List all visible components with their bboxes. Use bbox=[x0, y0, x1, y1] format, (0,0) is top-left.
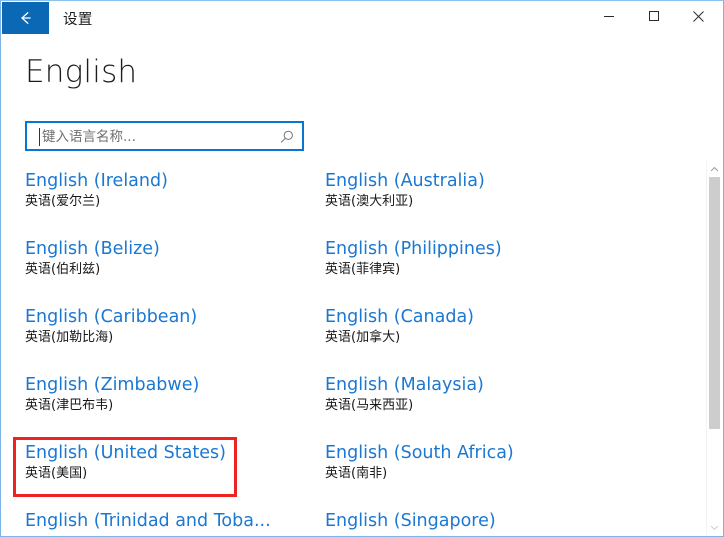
maximize-icon bbox=[648, 11, 659, 21]
scroll-up-button[interactable] bbox=[707, 161, 722, 177]
language-name-en: English (Malaysia) bbox=[325, 375, 484, 395]
list-item[interactable]: English (Australia) 英语(澳大利亚) bbox=[325, 161, 625, 229]
list-item[interactable]: English (Caribbean) 英语(加勒比海) bbox=[25, 297, 325, 365]
app-title: 设置 bbox=[63, 12, 93, 28]
language-list: English (Ireland) 英语(爱尔兰) English (Beliz… bbox=[2, 161, 722, 535]
settings-window: 设置 English 键入语言名称... English (Ireland) 英… bbox=[0, 0, 724, 537]
language-name-zh: 英语(加勒比海) bbox=[25, 330, 114, 345]
back-arrow-icon bbox=[20, 11, 31, 25]
list-item[interactable]: English (Malaysia) 英语(马来西亚) bbox=[325, 365, 625, 433]
language-name-en: English (Belize) bbox=[25, 239, 160, 259]
list-item[interactable]: English (Trinidad and Toba... bbox=[25, 501, 325, 535]
language-list-left-column: English (Ireland) 英语(爱尔兰) English (Beliz… bbox=[25, 161, 325, 535]
language-name-zh: 英语(菲律宾) bbox=[325, 262, 401, 277]
list-item[interactable]: English (Belize) 英语(伯利兹) bbox=[25, 229, 325, 297]
scrollbar-track[interactable] bbox=[707, 177, 722, 519]
search-input[interactable] bbox=[40, 123, 274, 151]
search-box[interactable] bbox=[25, 121, 304, 151]
list-item[interactable]: English (Ireland) 英语(爱尔兰) bbox=[25, 161, 325, 229]
list-item[interactable]: English (South Africa) 英语(南非) bbox=[325, 433, 625, 501]
language-name-zh: 英语(津巴布韦) bbox=[25, 398, 114, 413]
language-name-en: English (Trinidad and Toba... bbox=[25, 511, 271, 531]
language-name-zh: 英语(马来西亚) bbox=[325, 398, 414, 413]
language-name-zh: 英语(美国) bbox=[25, 466, 88, 481]
list-item[interactable]: English (Zimbabwe) 英语(津巴布韦) bbox=[25, 365, 325, 433]
scroll-down-button[interactable] bbox=[707, 519, 722, 535]
language-name-en: English (Caribbean) bbox=[25, 307, 198, 327]
language-name-en: English (Canada) bbox=[325, 307, 474, 327]
language-name-en: English (Australia) bbox=[325, 171, 485, 191]
list-item[interactable]: English (Philippines) 英语(菲律宾) bbox=[325, 229, 625, 297]
maximize-button[interactable] bbox=[631, 1, 676, 31]
close-button[interactable] bbox=[676, 1, 721, 31]
language-name-zh: 英语(加拿大) bbox=[325, 330, 401, 345]
language-name-zh: 英语(澳大利亚) bbox=[325, 194, 414, 209]
vertical-scrollbar[interactable] bbox=[706, 161, 722, 535]
language-list-columns: English (Ireland) 英语(爱尔兰) English (Beliz… bbox=[2, 161, 708, 535]
title-bar: 设置 bbox=[1, 1, 723, 35]
minimize-icon bbox=[603, 16, 614, 17]
scrollbar-thumb[interactable] bbox=[709, 177, 720, 429]
language-name-en: English (Singapore) bbox=[325, 511, 496, 531]
list-item[interactable]: English (Canada) 英语(加拿大) bbox=[325, 297, 625, 365]
language-name-en: English (United States) bbox=[25, 443, 226, 463]
language-name-zh: 英语(南非) bbox=[325, 466, 388, 481]
language-name-en: English (Zimbabwe) bbox=[25, 375, 200, 395]
page-title: English bbox=[25, 54, 138, 90]
close-icon bbox=[693, 10, 704, 22]
list-item-selected[interactable]: English (United States) 英语(美国) bbox=[25, 433, 325, 501]
list-item[interactable]: English (Singapore) bbox=[325, 501, 625, 535]
language-name-en: English (Philippines) bbox=[325, 239, 502, 259]
language-list-right-column: English (Australia) 英语(澳大利亚) English (Ph… bbox=[325, 161, 625, 535]
minimize-button[interactable] bbox=[586, 1, 631, 31]
language-name-en: English (Ireland) bbox=[25, 171, 168, 191]
chevron-up-icon bbox=[710, 166, 719, 171]
language-name-zh: 英语(伯利兹) bbox=[25, 262, 101, 277]
back-button[interactable] bbox=[2, 2, 49, 34]
search-icon[interactable] bbox=[279, 129, 295, 145]
chevron-down-icon bbox=[710, 525, 719, 530]
language-name-en: English (South Africa) bbox=[325, 443, 514, 463]
language-name-zh: 英语(爱尔兰) bbox=[25, 194, 101, 209]
